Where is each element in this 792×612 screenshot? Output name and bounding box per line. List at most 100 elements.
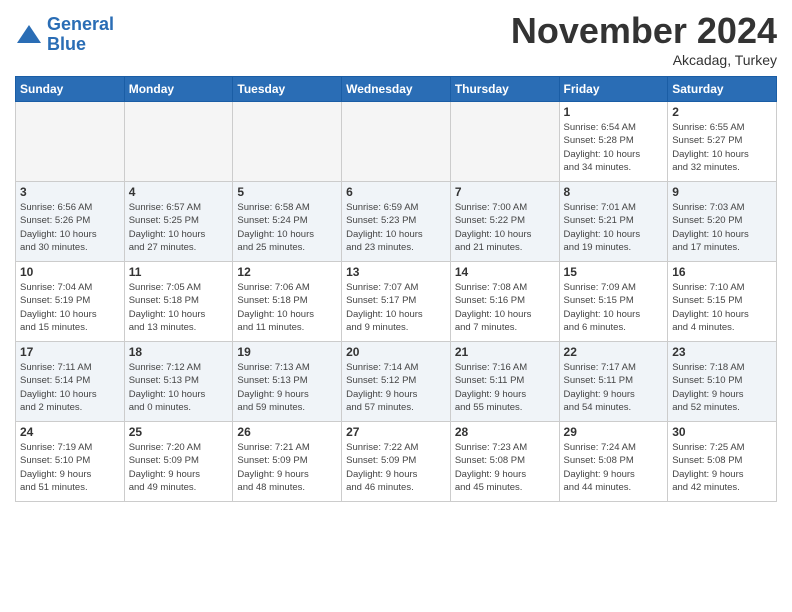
- calendar-cell: 4Sunrise: 6:57 AM Sunset: 5:25 PM Daylig…: [124, 182, 233, 262]
- calendar-cell: 15Sunrise: 7:09 AM Sunset: 5:15 PM Dayli…: [559, 262, 668, 342]
- logo-line1: General: [47, 14, 114, 34]
- day-number: 29: [564, 425, 664, 439]
- calendar-cell: 29 Sunrise: 7:24 AM Sunset: 5:08 PM Dayli…: [559, 422, 668, 502]
- day-number: 30: [672, 425, 772, 439]
- month-title: November 2024: [511, 10, 777, 52]
- day-info: Sunrise: 7:06 AM Sunset: 5:18 PM Dayligh…: [237, 281, 337, 334]
- day-info: Sunrise: 7:04 AM Sunset: 5:19 PM Dayligh…: [20, 281, 120, 334]
- day-number: 22: [564, 345, 664, 359]
- calendar-cell: 6 Sunrise: 6:59 AM Sunset: 5:23 PM Daylig…: [342, 182, 451, 262]
- calendar-cell: 27 Sunrise: 7:22 AM Sunset: 5:09 PM Dayli…: [342, 422, 451, 502]
- calendar-cell: 19 Sunrise: 7:13 AM Sunset: 5:13 PM Dayli…: [233, 342, 342, 422]
- day-number: 5: [237, 185, 337, 199]
- calendar-cell: 21 Sunrise: 7:16 AM Sunset: 5:11 PM Dayli…: [450, 342, 559, 422]
- location: Akcadag, Turkey: [511, 52, 777, 68]
- calendar-cell: 14Sunrise: 7:08 AM Sunset: 5:16 PM Dayli…: [450, 262, 559, 342]
- calendar-cell: 13 Sunrise: 7:07 AM Sunset: 5:17 PM Dayli…: [342, 262, 451, 342]
- day-number: 27: [346, 425, 446, 439]
- day-number: 11: [129, 265, 229, 279]
- day-info: Sunrise: 7:14 AM Sunset: 5:12 PM Dayligh…: [346, 361, 446, 414]
- logo: General Blue: [15, 15, 114, 55]
- day-number: 25: [129, 425, 229, 439]
- day-number: 9: [672, 185, 772, 199]
- week-row-4: 24 Sunrise: 7:19 AM Sunset: 5:10 PM Dayli…: [16, 422, 777, 502]
- calendar-cell: 16 Sunrise: 7:10 AM Sunset: 5:15 PM Dayli…: [668, 262, 777, 342]
- header: General Blue November 2024 Akcadag, Turk…: [15, 10, 777, 68]
- day-info: Sunrise: 6:59 AM Sunset: 5:23 PM Dayligh…: [346, 201, 446, 254]
- day-number: 7: [455, 185, 555, 199]
- logo-icon: [15, 21, 43, 49]
- day-info: Sunrise: 6:58 AM Sunset: 5:24 PM Dayligh…: [237, 201, 337, 254]
- day-number: 18: [129, 345, 229, 359]
- day-info: Sunrise: 7:12 AM Sunset: 5:13 PM Dayligh…: [129, 361, 229, 414]
- calendar-cell: [342, 102, 451, 182]
- calendar-cell: 1 Sunrise: 6:54 AM Sunset: 5:28 PM Daylig…: [559, 102, 668, 182]
- day-number: 12: [237, 265, 337, 279]
- week-row-3: 17Sunrise: 7:11 AM Sunset: 5:14 PM Dayli…: [16, 342, 777, 422]
- day-info: Sunrise: 7:00 AM Sunset: 5:22 PM Dayligh…: [455, 201, 555, 254]
- weekday-header-sunday: Sunday: [16, 77, 125, 102]
- day-number: 2: [672, 105, 772, 119]
- day-number: 8: [564, 185, 664, 199]
- day-info: Sunrise: 6:56 AM Sunset: 5:26 PM Dayligh…: [20, 201, 120, 254]
- weekday-header-wednesday: Wednesday: [342, 77, 451, 102]
- day-number: 17: [20, 345, 120, 359]
- calendar-cell: 3 Sunrise: 6:56 AM Sunset: 5:26 PM Daylig…: [16, 182, 125, 262]
- day-number: 1: [564, 105, 664, 119]
- calendar-cell: 30 Sunrise: 7:25 AM Sunset: 5:08 PM Dayli…: [668, 422, 777, 502]
- weekday-header-saturday: Saturday: [668, 77, 777, 102]
- calendar-cell: 5 Sunrise: 6:58 AM Sunset: 5:24 PM Daylig…: [233, 182, 342, 262]
- day-info: Sunrise: 6:55 AM Sunset: 5:27 PM Dayligh…: [672, 121, 772, 174]
- day-number: 21: [455, 345, 555, 359]
- calendar-body: 1 Sunrise: 6:54 AM Sunset: 5:28 PM Daylig…: [16, 102, 777, 502]
- calendar-cell: [450, 102, 559, 182]
- day-info: Sunrise: 7:25 AM Sunset: 5:08 PM Dayligh…: [672, 441, 772, 494]
- logo-line2: Blue: [47, 34, 86, 54]
- week-row-1: 3 Sunrise: 6:56 AM Sunset: 5:26 PM Daylig…: [16, 182, 777, 262]
- day-info: Sunrise: 7:19 AM Sunset: 5:10 PM Dayligh…: [20, 441, 120, 494]
- day-number: 14: [455, 265, 555, 279]
- day-info: Sunrise: 7:21 AM Sunset: 5:09 PM Dayligh…: [237, 441, 337, 494]
- calendar-cell: [233, 102, 342, 182]
- weekday-header-friday: Friday: [559, 77, 668, 102]
- day-number: 3: [20, 185, 120, 199]
- calendar-cell: 23Sunrise: 7:18 AM Sunset: 5:10 PM Dayli…: [668, 342, 777, 422]
- day-info: Sunrise: 7:09 AM Sunset: 5:15 PM Dayligh…: [564, 281, 664, 334]
- day-info: Sunrise: 6:54 AM Sunset: 5:28 PM Dayligh…: [564, 121, 664, 174]
- calendar-cell: 22 Sunrise: 7:17 AM Sunset: 5:11 PM Dayli…: [559, 342, 668, 422]
- calendar-cell: 24 Sunrise: 7:19 AM Sunset: 5:10 PM Dayli…: [16, 422, 125, 502]
- day-info: Sunrise: 7:24 AM Sunset: 5:08 PM Dayligh…: [564, 441, 664, 494]
- day-info: Sunrise: 7:03 AM Sunset: 5:20 PM Dayligh…: [672, 201, 772, 254]
- calendar-cell: 8 Sunrise: 7:01 AM Sunset: 5:21 PM Daylig…: [559, 182, 668, 262]
- day-info: Sunrise: 6:57 AM Sunset: 5:25 PM Dayligh…: [129, 201, 229, 254]
- weekday-header-tuesday: Tuesday: [233, 77, 342, 102]
- day-info: Sunrise: 7:22 AM Sunset: 5:09 PM Dayligh…: [346, 441, 446, 494]
- calendar-cell: 20Sunrise: 7:14 AM Sunset: 5:12 PM Dayli…: [342, 342, 451, 422]
- calendar-cell: 9 Sunrise: 7:03 AM Sunset: 5:20 PM Daylig…: [668, 182, 777, 262]
- calendar-cell: 10Sunrise: 7:04 AM Sunset: 5:19 PM Dayli…: [16, 262, 125, 342]
- day-info: Sunrise: 7:07 AM Sunset: 5:17 PM Dayligh…: [346, 281, 446, 334]
- day-number: 19: [237, 345, 337, 359]
- day-number: 28: [455, 425, 555, 439]
- day-number: 6: [346, 185, 446, 199]
- calendar-table: SundayMondayTuesdayWednesdayThursdayFrid…: [15, 76, 777, 502]
- calendar-cell: 17Sunrise: 7:11 AM Sunset: 5:14 PM Dayli…: [16, 342, 125, 422]
- day-info: Sunrise: 7:13 AM Sunset: 5:13 PM Dayligh…: [237, 361, 337, 414]
- day-number: 13: [346, 265, 446, 279]
- calendar-cell: 18 Sunrise: 7:12 AM Sunset: 5:13 PM Dayli…: [124, 342, 233, 422]
- weekday-header-row: SundayMondayTuesdayWednesdayThursdayFrid…: [16, 77, 777, 102]
- day-info: Sunrise: 7:18 AM Sunset: 5:10 PM Dayligh…: [672, 361, 772, 414]
- day-info: Sunrise: 7:23 AM Sunset: 5:08 PM Dayligh…: [455, 441, 555, 494]
- day-info: Sunrise: 7:17 AM Sunset: 5:11 PM Dayligh…: [564, 361, 664, 414]
- calendar-cell: 28 Sunrise: 7:23 AM Sunset: 5:08 PM Dayli…: [450, 422, 559, 502]
- day-info: Sunrise: 7:16 AM Sunset: 5:11 PM Dayligh…: [455, 361, 555, 414]
- calendar-cell: 11 Sunrise: 7:05 AM Sunset: 5:18 PM Dayli…: [124, 262, 233, 342]
- weekday-header-thursday: Thursday: [450, 77, 559, 102]
- day-info: Sunrise: 7:10 AM Sunset: 5:15 PM Dayligh…: [672, 281, 772, 334]
- calendar-cell: 2 Sunrise: 6:55 AM Sunset: 5:27 PM Daylig…: [668, 102, 777, 182]
- day-info: Sunrise: 7:01 AM Sunset: 5:21 PM Dayligh…: [564, 201, 664, 254]
- day-number: 16: [672, 265, 772, 279]
- day-number: 24: [20, 425, 120, 439]
- day-info: Sunrise: 7:05 AM Sunset: 5:18 PM Dayligh…: [129, 281, 229, 334]
- title-area: November 2024 Akcadag, Turkey: [511, 10, 777, 68]
